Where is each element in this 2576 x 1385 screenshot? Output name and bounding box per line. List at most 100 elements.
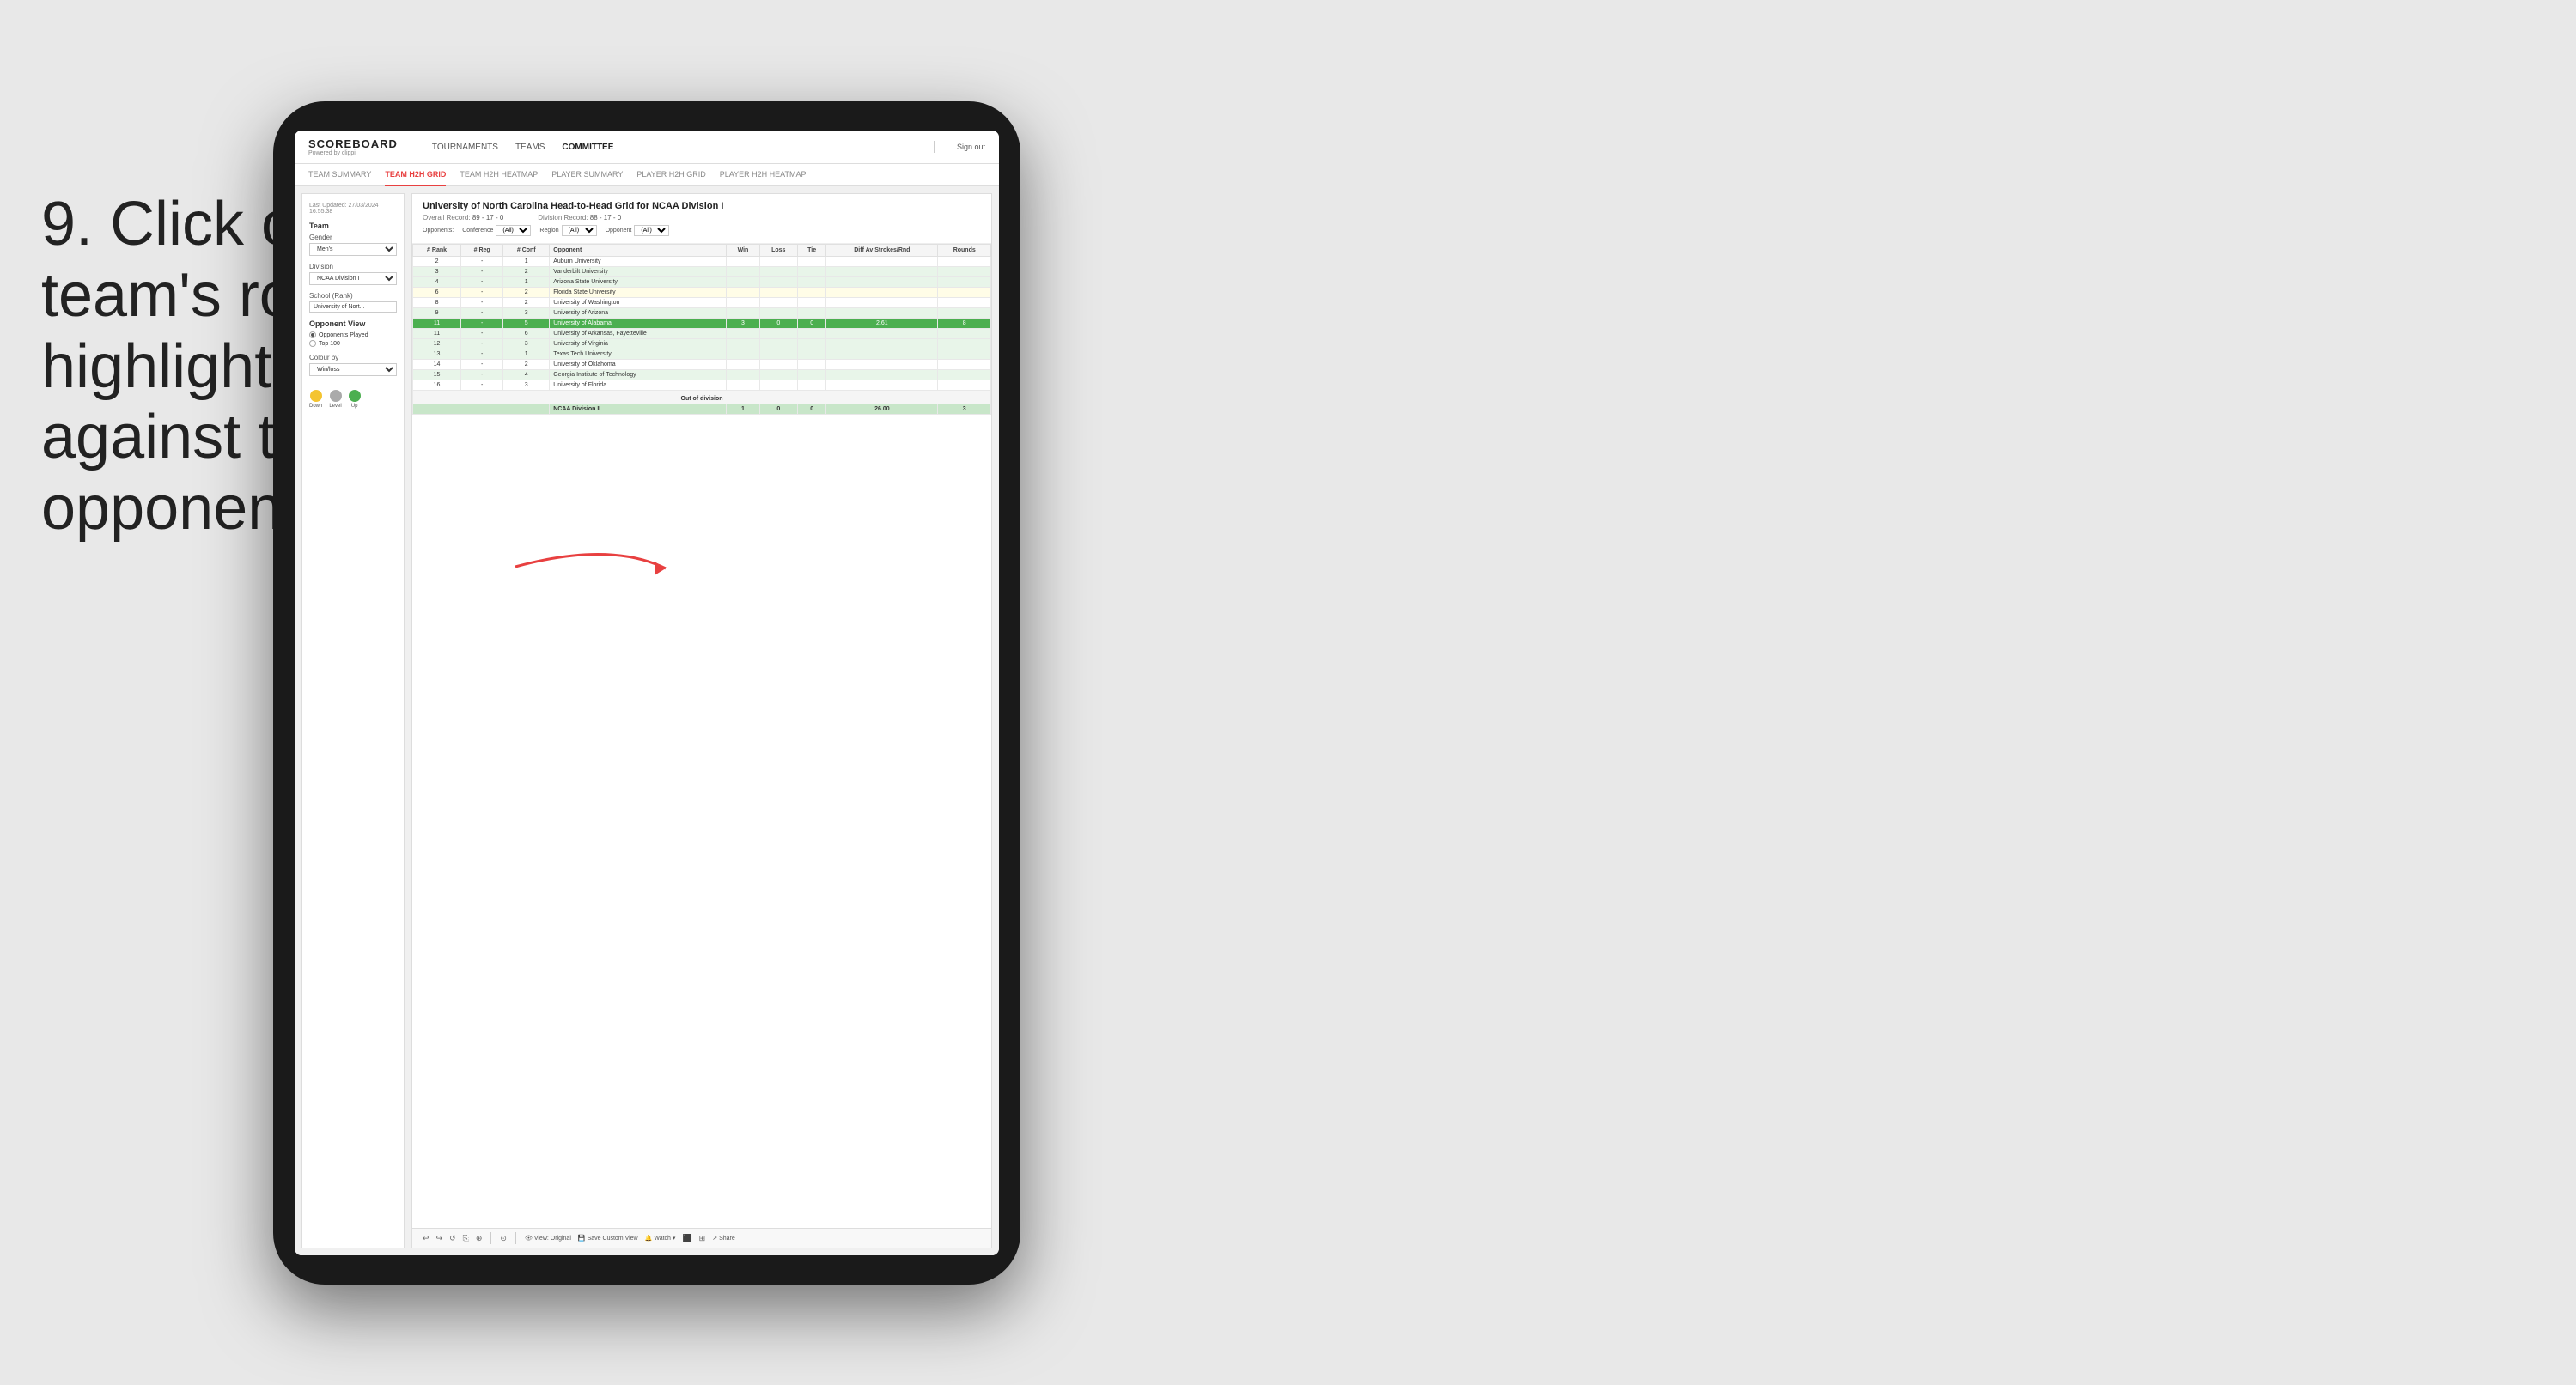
grid-icon[interactable]: ⊞ (699, 1234, 706, 1243)
share-btn[interactable]: ↗ Share (712, 1235, 735, 1242)
overall-record: Overall Record: 89 - 17 - 0 (423, 214, 503, 222)
cell-tie (797, 349, 825, 360)
cell-conf: 2 (503, 288, 550, 298)
col-rounds: Rounds (938, 245, 991, 257)
cell-rounds (938, 288, 991, 298)
undo-icon[interactable]: ↩ (423, 1234, 429, 1243)
cell-opponent: Auburn University (550, 257, 727, 267)
cell-win (727, 370, 759, 380)
out-of-division-row[interactable]: NCAA Division II10026.003 (413, 404, 991, 415)
table-row[interactable]: 16-3University of Florida (413, 380, 991, 391)
table-row[interactable]: 8-2University of Washington (413, 298, 991, 308)
cell-reg: - (461, 319, 503, 329)
school-label: School (Rank) (309, 292, 397, 300)
cell-ood-win: 1 (727, 404, 759, 415)
cell-rank: 11 (413, 329, 461, 339)
subnav-team-h2h-heatmap[interactable]: TEAM H2H HEATMAP (460, 164, 538, 186)
cell-rank: 3 (413, 267, 461, 277)
left-panel: Last Updated: 27/03/2024 16:55:38 Team G… (301, 193, 405, 1248)
table-row[interactable]: 14-2University of Oklahoma (413, 360, 991, 370)
colour-by-dropdown[interactable]: Win/loss (309, 363, 397, 376)
legend-down: Down (309, 390, 322, 409)
cell-loss (759, 267, 797, 277)
colour-by-section: Colour by Win/loss (309, 354, 397, 383)
cell-rank: 6 (413, 288, 461, 298)
redo-icon[interactable]: ↪ (436, 1234, 443, 1243)
cell-opponent: University of Arizona (550, 308, 727, 319)
cell-loss (759, 257, 797, 267)
save-custom-view-btn[interactable]: 💾 Save Custom View (578, 1235, 638, 1242)
subnav-player-h2h-heatmap[interactable]: PLAYER H2H HEATMAP (720, 164, 807, 186)
table-row[interactable]: 4-1Arizona State University (413, 277, 991, 288)
nav-teams[interactable]: TEAMS (515, 141, 545, 154)
subnav-player-summary[interactable]: PLAYER SUMMARY (551, 164, 623, 186)
cell-win (727, 288, 759, 298)
cell-ood-loss: 0 (759, 404, 797, 415)
cell-tie (797, 308, 825, 319)
table-row[interactable]: 12-3University of Virginia (413, 339, 991, 349)
col-conf: # Conf (503, 245, 550, 257)
cell-rank: 9 (413, 308, 461, 319)
cell-ood-tie: 0 (797, 404, 825, 415)
share-icon: ↗ (712, 1235, 717, 1242)
cell-diff (826, 277, 938, 288)
cell-rank: 8 (413, 298, 461, 308)
table-row[interactable]: 11-6University of Arkansas, Fayetteville (413, 329, 991, 339)
conference-select[interactable]: (All) (496, 225, 531, 236)
table-row[interactable]: 2-1Auburn University (413, 257, 991, 267)
clock-icon[interactable]: ⊙ (500, 1234, 507, 1243)
cell-loss (759, 329, 797, 339)
cell-conf: 1 (503, 277, 550, 288)
logo-subtitle: Powered by clippi (308, 150, 398, 156)
toolbar-sep1 (490, 1232, 491, 1244)
cell-conf: 5 (503, 319, 550, 329)
cell-rounds (938, 360, 991, 370)
table-row[interactable]: 11-5University of Alabama3002.618 (413, 319, 991, 329)
history-icon[interactable]: ⊕ (476, 1234, 483, 1243)
cell-win (727, 380, 759, 391)
table-row[interactable]: 13-1Texas Tech University (413, 349, 991, 360)
subnav-player-h2h-grid[interactable]: PLAYER H2H GRID (636, 164, 705, 186)
opponent-label: Opponent (606, 228, 632, 234)
col-diff: Diff Av Strokes/Rnd (826, 245, 938, 257)
view-original-btn[interactable]: 👁 View: Original (525, 1235, 571, 1242)
cell-diff (826, 339, 938, 349)
nav-tournaments[interactable]: TOURNAMENTS (432, 141, 498, 154)
refresh-icon[interactable]: ↺ (449, 1234, 456, 1243)
radio-opponents-played[interactable]: Opponents Played (309, 331, 397, 338)
screen-icon[interactable]: ⬛ (682, 1234, 691, 1243)
gender-dropdown[interactable]: Men's (309, 243, 397, 256)
division-dropdown[interactable]: NCAA Division I (309, 272, 397, 285)
legend-label-down: Down (309, 404, 322, 409)
school-rank-box[interactable]: University of Nort... (309, 301, 397, 313)
subnav-team-h2h-grid[interactable]: TEAM H2H GRID (385, 164, 446, 186)
grid-table-container: # Rank # Reg # Conf Opponent Win Loss Ti… (412, 244, 991, 1228)
sign-out-link[interactable]: Sign out (957, 143, 985, 151)
radio-top100[interactable]: Top 100 (309, 340, 397, 347)
cell-conf: 3 (503, 339, 550, 349)
cell-diff (826, 349, 938, 360)
nav-committee[interactable]: COMMITTEE (562, 141, 613, 154)
table-header-row: # Rank # Reg # Conf Opponent Win Loss Ti… (413, 245, 991, 257)
cell-loss (759, 339, 797, 349)
region-select[interactable]: (All) (562, 225, 597, 236)
copy-icon[interactable]: ⎘ (463, 1234, 469, 1243)
opponent-view-label: Opponent View (309, 319, 397, 328)
cell-diff (826, 380, 938, 391)
subnav-team-summary[interactable]: TEAM SUMMARY (308, 164, 371, 186)
table-row[interactable]: 9-3University of Arizona (413, 308, 991, 319)
cell-conf: 2 (503, 267, 550, 277)
table-row[interactable]: 6-2Florida State University (413, 288, 991, 298)
table-row[interactable]: 3-2Vanderbilt University (413, 267, 991, 277)
opponent-select[interactable]: (All) (634, 225, 669, 236)
cell-ood-label: NCAA Division II (550, 404, 727, 415)
cell-tie: 0 (797, 319, 825, 329)
cell-rank: 13 (413, 349, 461, 360)
cell-tie (797, 267, 825, 277)
cell-loss (759, 380, 797, 391)
cell-reg: - (461, 308, 503, 319)
table-row[interactable]: 15-4Georgia Institute of Technology (413, 370, 991, 380)
watch-btn[interactable]: 🔔 Watch ▾ (645, 1235, 676, 1242)
col-opponent: Opponent (550, 245, 727, 257)
cell-reg: - (461, 288, 503, 298)
